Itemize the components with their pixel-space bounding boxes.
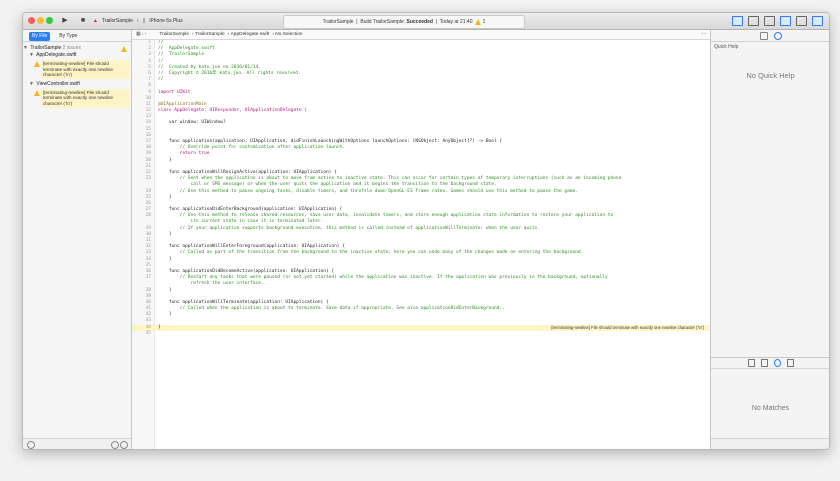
standard-editor-icon[interactable] <box>732 16 743 26</box>
file-template-icon[interactable] <box>747 359 755 367</box>
scheme-project: TrailorSample <box>101 18 133 24</box>
breadcrumb-group[interactable]: TrailorSample <box>195 30 225 39</box>
code-line[interactable]: 45 <box>132 331 710 337</box>
file-name: ViewController.swift <box>36 80 80 87</box>
project-issue-count: 2 issues <box>62 45 81 51</box>
media-library-icon[interactable] <box>786 359 794 367</box>
issue-text: [terminating-newline] File should termin… <box>43 61 113 78</box>
library-empty: No Matches <box>751 405 790 412</box>
object-library-icon[interactable] <box>773 359 781 367</box>
issue-list: ▼ TrailorSample 2 issues ▼ AppDelegate.s… <box>23 42 131 108</box>
navigator-filter-tabs: By File By Type <box>23 30 131 42</box>
activity-status: Succeeded <box>406 19 433 25</box>
library-filter-bar <box>711 438 829 449</box>
utilities-area: Quick Help No Quick Help No Matches <box>710 30 829 449</box>
breadcrumb-file[interactable]: AppDelegate.swift <box>231 30 270 39</box>
zoom-window-button[interactable] <box>46 17 53 24</box>
close-window-button[interactable] <box>28 17 35 24</box>
jump-bar: ▦ ‹ › TrailorSample › TrailorSample › AppD… <box>132 30 710 40</box>
disclosure-open-icon[interactable]: ▼ <box>29 81 35 88</box>
activity-prefix: Build TrailorSample: <box>360 19 406 25</box>
issue-text: [terminating-newline] File should termin… <box>43 89 113 106</box>
device-icon: ▯ <box>142 18 146 24</box>
navigator-filter-bar <box>23 438 131 449</box>
activity-time: Today at 21:40 <box>439 19 473 25</box>
xcode-window: ▶ ■ ▲ TrailorSample › ▯ iPhone 6s Plus T… <box>22 12 830 450</box>
file-row[interactable]: ▼ ViewController.swift <box>23 81 131 88</box>
toggle-debug-area-icon[interactable] <box>796 16 807 26</box>
code-snippet-icon[interactable] <box>760 359 768 367</box>
toolbar-view-controls <box>732 16 823 26</box>
code-area[interactable]: 1//2// AppDelegate.swift 3// TrailorSampl… <box>132 40 710 449</box>
warning-icon <box>34 61 40 67</box>
project-name: TrailorSample <box>30 45 62 51</box>
activity-view: TrailorSample | Build TrailorSample: Suc… <box>283 15 525 29</box>
scheme-project-icon: ▲ <box>93 18 98 24</box>
assistant-editor-icon[interactable] <box>748 16 759 26</box>
scheme-selector[interactable]: ▲ TrailorSample › ▯ iPhone 6s Plus <box>93 16 183 26</box>
clock-icon[interactable] <box>111 441 119 449</box>
minimize-window-button[interactable] <box>37 17 44 24</box>
related-items-arrows[interactable]: ‹ › <box>701 30 706 39</box>
toggle-utilities-icon[interactable] <box>812 16 823 26</box>
warning-icon <box>34 89 40 96</box>
library-tabs <box>711 357 829 369</box>
disclosure-open-icon[interactable]: ▼ <box>23 45 29 52</box>
version-editor-icon[interactable] <box>764 16 775 26</box>
tab-by-file[interactable]: By File <box>29 32 51 41</box>
warning-filter-icon[interactable] <box>120 441 128 449</box>
add-icon[interactable] <box>27 441 35 449</box>
line-number: 45 <box>145 330 151 336</box>
scheme-device: iPhone 6s Plus <box>149 18 183 24</box>
chevron-right-icon: › <box>136 18 139 24</box>
quick-help-icon[interactable] <box>773 32 782 40</box>
file-inspector-icon[interactable] <box>759 32 768 40</box>
run-button[interactable]: ▶ <box>60 16 70 26</box>
issue-navigator: By File By Type ▼ TrailorSample 2 issues… <box>23 30 132 449</box>
breadcrumb-symbol[interactable]: No Selection <box>275 30 302 39</box>
file-name: AppDelegate.swift <box>36 52 77 58</box>
issue-item[interactable]: [terminating-newline] File should termin… <box>34 60 129 79</box>
project-row[interactable]: ▼ TrailorSample 2 issues <box>23 45 131 52</box>
quick-help-title: Quick Help <box>714 44 739 50</box>
tab-by-type[interactable]: By Type <box>56 32 80 41</box>
warning-icon <box>475 18 482 25</box>
disclosure-open-icon[interactable]: ▼ <box>29 52 35 59</box>
activity-project: TrailorSample <box>322 19 354 25</box>
source-editor: ▦ ‹ › TrailorSample › TrailorSample › AppD… <box>132 30 710 449</box>
quick-help-empty: No Quick Help <box>746 71 795 80</box>
issue-item[interactable]: [terminating-newline] File should termin… <box>34 88 129 108</box>
toggle-navigator-icon[interactable] <box>780 16 791 26</box>
warning-count[interactable]: 1 <box>483 19 486 25</box>
file-row[interactable]: ▼ AppDelegate.swift <box>23 52 131 59</box>
inspector-tabs <box>711 30 829 42</box>
back-forward-arrows[interactable]: ▦ ‹ › <box>136 30 158 39</box>
stop-button[interactable]: ■ <box>78 16 88 26</box>
breadcrumb-project[interactable]: TrailorSample <box>159 30 189 39</box>
toolbar: ▶ ■ ▲ TrailorSample › ▯ iPhone 6s Plus T… <box>23 13 829 30</box>
